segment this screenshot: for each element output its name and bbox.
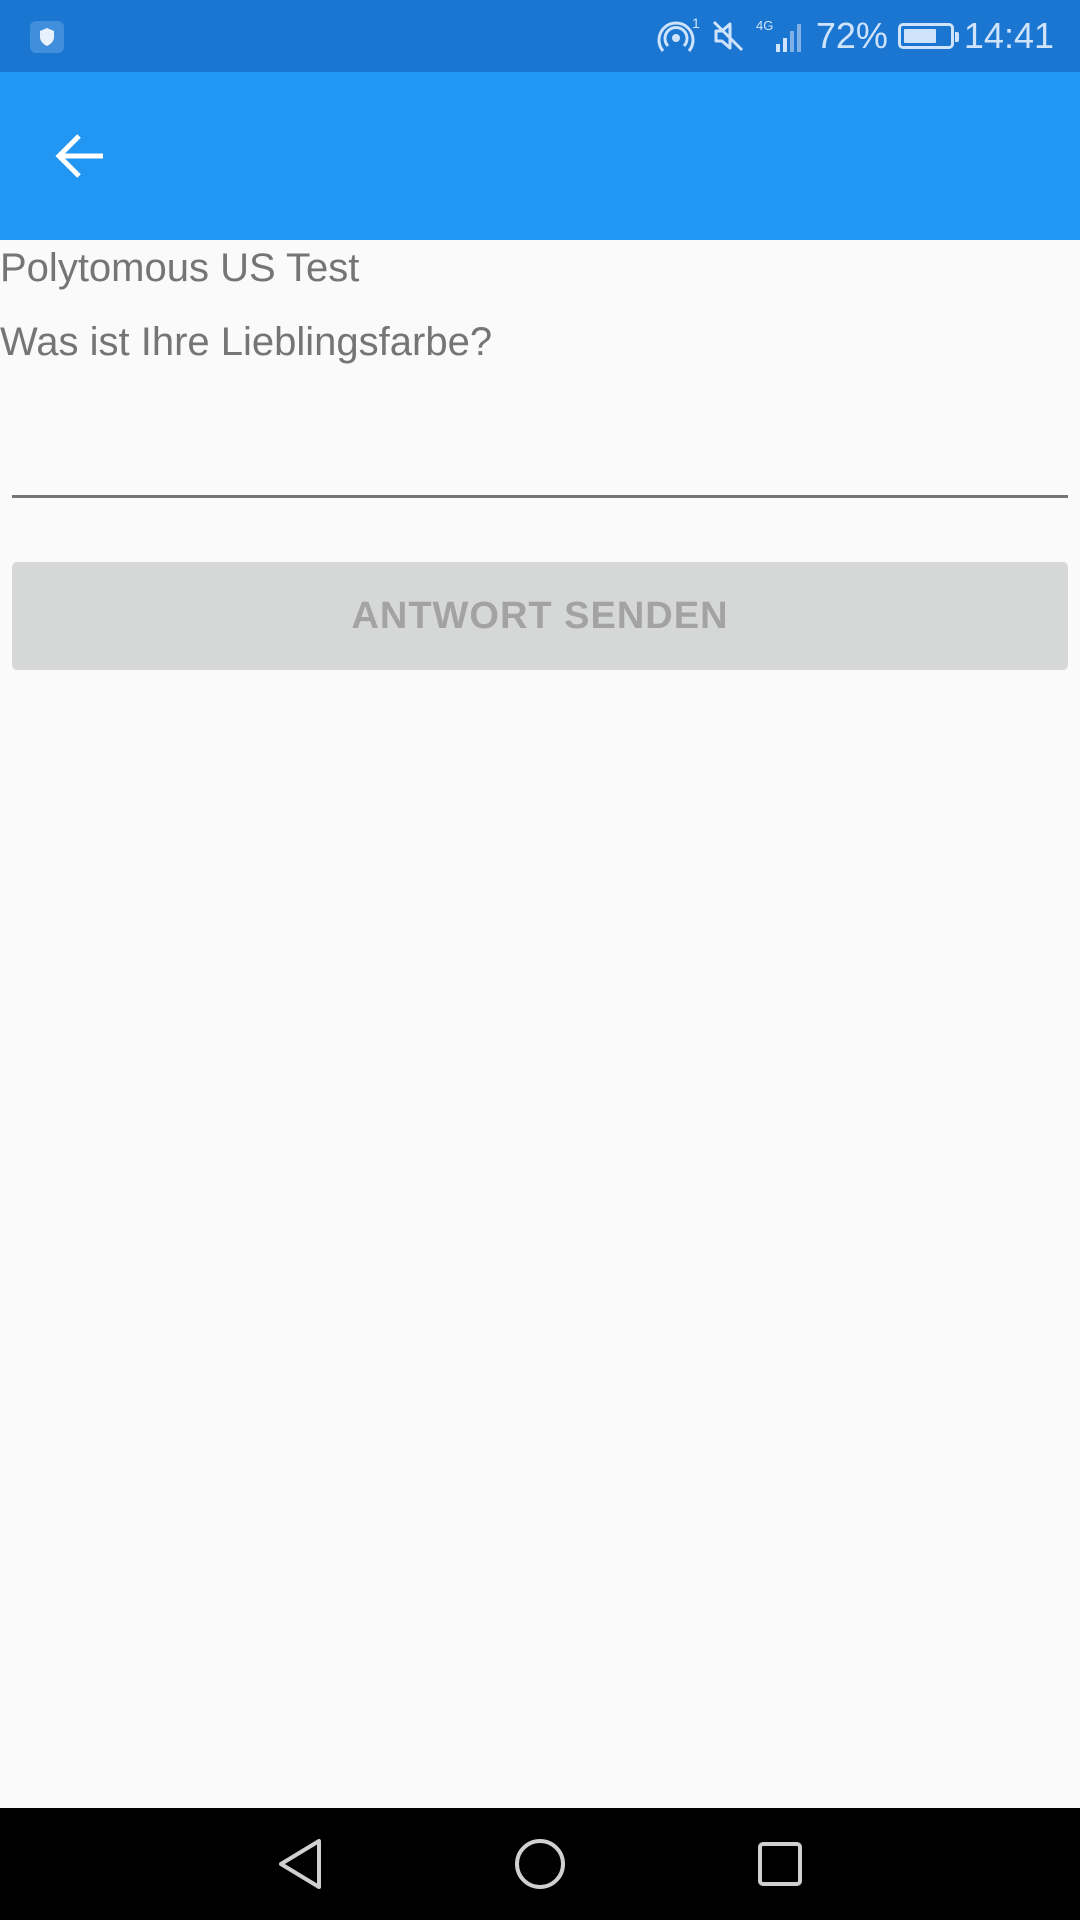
- arrow-left-icon: [55, 134, 103, 178]
- nav-recents-button[interactable]: [750, 1834, 810, 1894]
- clock: 14:41: [963, 15, 1054, 56]
- answer-input[interactable]: [12, 390, 1068, 498]
- nav-home-button[interactable]: [510, 1834, 570, 1894]
- back-triangle-icon: [279, 1839, 321, 1889]
- survey-title: Polytomous US Test: [0, 246, 360, 290]
- recents-square-icon: [758, 1842, 802, 1886]
- screen: 1 4G 72% 14:41 Polytomous US Test Was is…: [0, 0, 1080, 1920]
- battery-icon: [897, 23, 959, 49]
- navigation-bar: [0, 1808, 1080, 1920]
- signal-4g-icon: 4G: [756, 16, 806, 56]
- question-text: Was ist Ihre Lieblingsfarbe?: [0, 320, 493, 364]
- network-label: 4G: [756, 18, 773, 33]
- battery-fill: [903, 29, 936, 43]
- status-bar: 1 4G 72% 14:41: [0, 0, 1080, 72]
- back-button[interactable]: [40, 116, 120, 196]
- hotspot-sup: 1: [692, 16, 700, 31]
- mute-icon: [710, 18, 746, 54]
- hotspot-icon: 1: [656, 16, 700, 56]
- nav-back-button[interactable]: [270, 1834, 330, 1894]
- home-circle-icon: [515, 1839, 565, 1889]
- app-bar: [0, 72, 1080, 240]
- battery-percent: 72%: [815, 15, 888, 56]
- status-indicators: 1 4G 72% 14:41: [656, 0, 1054, 72]
- submit-answer-button[interactable]: ANTWORT SENDEN: [12, 562, 1068, 670]
- shield-app-icon: [30, 21, 64, 53]
